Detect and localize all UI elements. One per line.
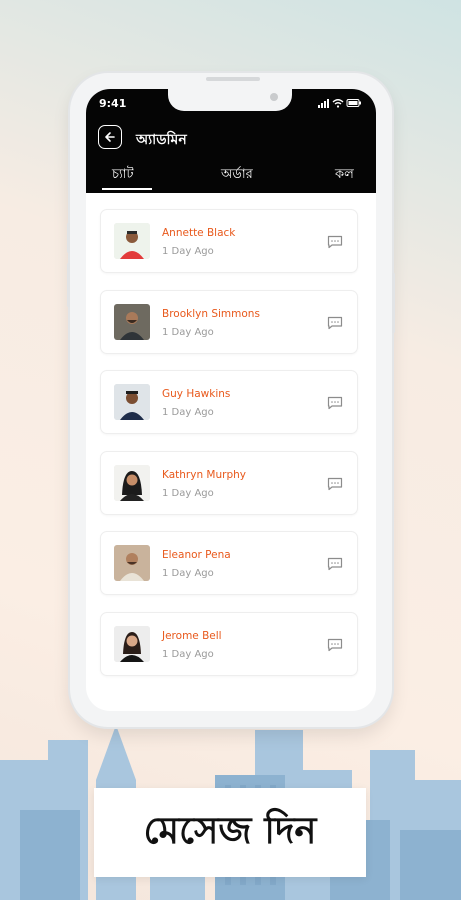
last-seen: 1 Day Ago: [162, 326, 214, 338]
chat-list-item[interactable]: Eleanor Pena 1 Day Ago: [100, 531, 358, 595]
contact-name: Jerome Bell: [162, 629, 222, 642]
contact-name: Annette Black: [162, 227, 236, 239]
app-screen: 9:41 অ্যাডমিন চ্যাট অর্ডার কল Annette Bl…: [86, 89, 376, 711]
page-title: অ্যাডমিন: [136, 132, 187, 148]
last-seen: 1 Day Ago: [162, 246, 214, 257]
chat-bubble-icon[interactable]: [327, 638, 343, 652]
status-icons: [318, 99, 361, 108]
last-seen: 1 Day Ago: [162, 648, 214, 660]
avatar: [114, 545, 150, 581]
active-tab-indicator: [102, 188, 152, 190]
tab-calls[interactable]: কল: [335, 165, 354, 186]
status-time: 9:41: [99, 97, 127, 110]
chat-bubble-icon[interactable]: [327, 396, 343, 410]
app-header: 9:41 অ্যাডমিন চ্যাট অর্ডার কল: [86, 89, 376, 193]
contact-name: Eleanor Pena: [162, 549, 231, 561]
phone-side-button: [67, 223, 70, 253]
signal-icon: [318, 99, 329, 108]
battery-icon: [346, 99, 361, 107]
last-seen: 1 Day Ago: [162, 407, 214, 418]
avatar: [114, 625, 150, 662]
chat-list: Annette Black 1 Day Ago Brooklyn Simmons…: [100, 209, 358, 692]
promo-banner: মেসেজ দিন: [94, 788, 366, 877]
phone-speaker: [206, 77, 260, 81]
chat-list-item[interactable]: Annette Black 1 Day Ago: [100, 209, 358, 273]
chat-bubble-icon[interactable]: [327, 316, 343, 330]
tab-orders[interactable]: অর্ডার: [221, 165, 253, 186]
chat-list-item[interactable]: Brooklyn Simmons 1 Day Ago: [100, 289, 358, 354]
phone-notch: [168, 89, 292, 111]
avatar: [114, 303, 150, 340]
contact-name: Guy Hawkins: [162, 388, 231, 400]
tab-chat[interactable]: চ্যাট: [112, 165, 134, 186]
wifi-icon: [332, 99, 344, 105]
chat-list-item[interactable]: Guy Hawkins 1 Day Ago: [100, 370, 358, 434]
chat-list-item[interactable]: Jerome Bell 1 Day Ago: [100, 611, 358, 676]
contact-name: Kathryn Murphy: [162, 468, 246, 481]
back-button[interactable]: [98, 125, 122, 149]
avatar: [114, 464, 150, 501]
banner-caption: মেসেজ দিন: [143, 809, 317, 852]
chat-bubble-icon[interactable]: [327, 557, 343, 571]
chat-bubble-icon[interactable]: [327, 477, 343, 491]
arrow-left-icon: [105, 132, 115, 142]
last-seen: 1 Day Ago: [162, 568, 214, 579]
phone-side-button: [392, 273, 395, 333]
contact-name: Brooklyn Simmons: [162, 307, 260, 320]
last-seen: 1 Day Ago: [162, 487, 214, 499]
chat-bubble-icon[interactable]: [327, 235, 343, 249]
avatar: [114, 223, 150, 259]
phone-mockup: 9:41 অ্যাডমিন চ্যাট অর্ডার কল Annette Bl…: [67, 73, 395, 727]
chat-list-item[interactable]: Kathryn Murphy 1 Day Ago: [100, 450, 358, 515]
avatar: [114, 384, 150, 420]
camera-dot: [270, 93, 278, 101]
phone-side-button: [67, 263, 70, 307]
